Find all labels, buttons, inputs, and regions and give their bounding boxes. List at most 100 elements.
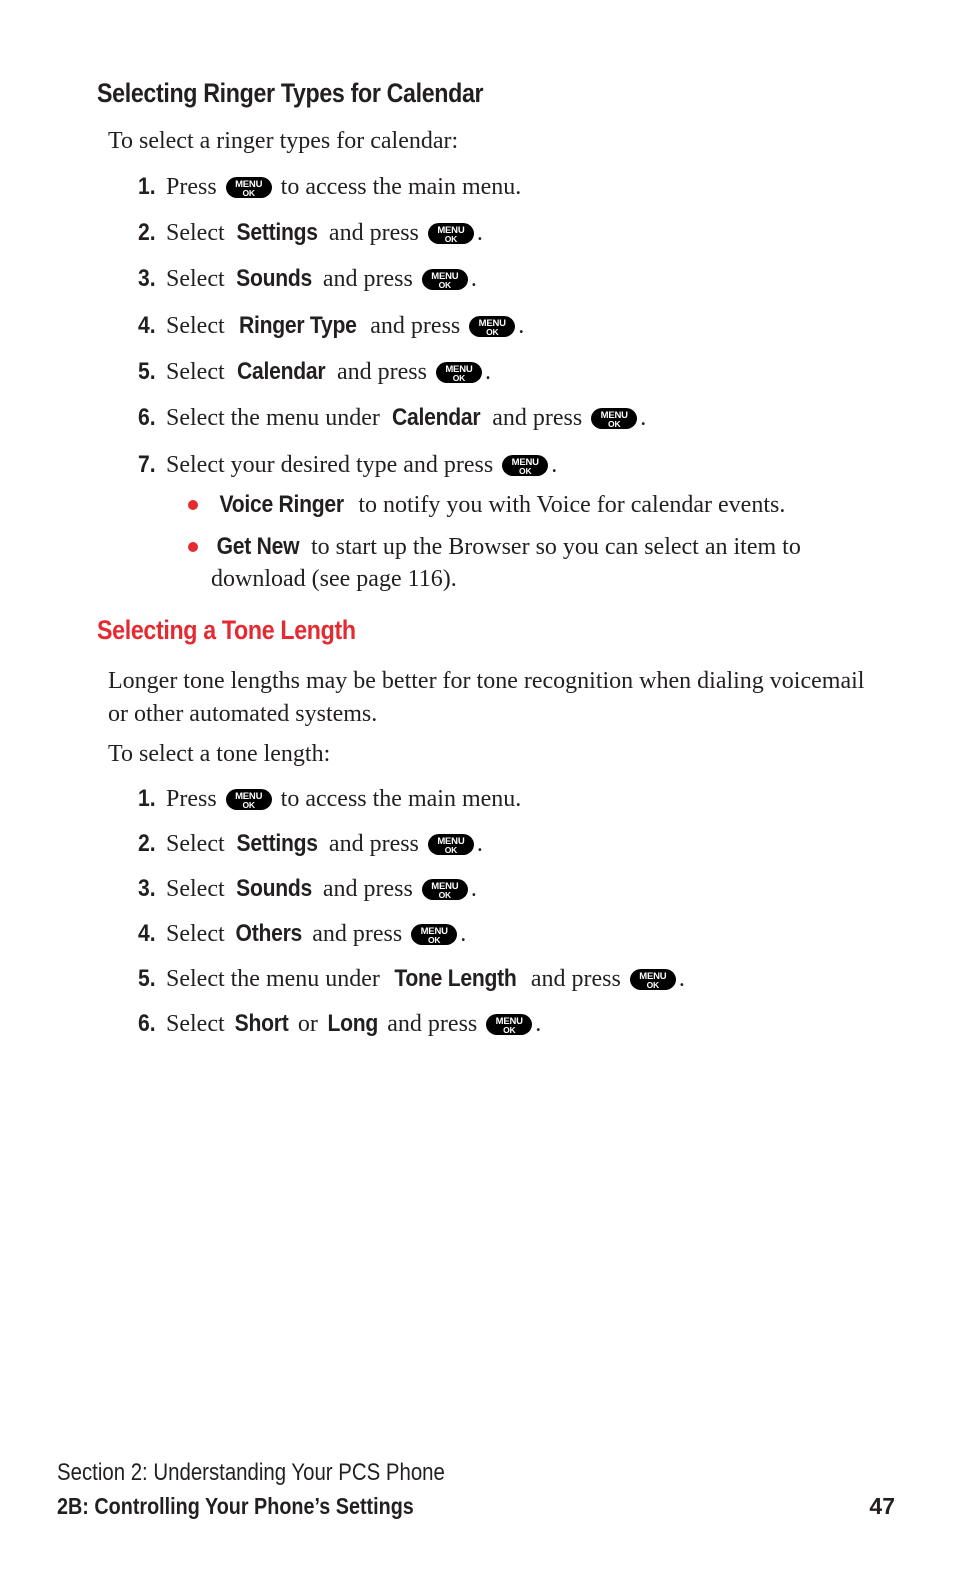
menu-ok-key-line2: OK: [444, 845, 458, 855]
menu-term: Short: [234, 1010, 289, 1037]
menu-ok-key-line2: OK: [519, 466, 532, 476]
list-text-post: .: [518, 313, 525, 339]
list-item: 2. Select Settings and press MENU OK.: [138, 217, 483, 249]
list-item: 2. Select Settings and press MENU OK.: [138, 828, 483, 860]
menu-ok-key-icon: MENU OK: [225, 177, 272, 198]
list-text-post: .: [484, 359, 491, 385]
list-text-post: .: [470, 876, 477, 902]
list-text-mid: and press: [330, 359, 433, 385]
list-number: 5.: [138, 965, 156, 992]
menu-term: Tone Length: [394, 965, 517, 992]
menu-term: Sounds: [235, 875, 312, 902]
list-text-mid: and press: [322, 220, 425, 246]
list-text-mid: or: [291, 1011, 324, 1037]
menu-ok-key-icon: MENU OK: [421, 269, 468, 290]
menu-ok-key-icon: MENU OK: [421, 879, 468, 900]
tone-length-paragraph: Longer tone lengths may be better for to…: [108, 668, 865, 727]
menu-term: Ringer Type: [238, 312, 357, 339]
list-number: 4.: [138, 920, 156, 947]
list-item: 4. Select Ringer Type and press MENU OK.: [138, 310, 524, 342]
menu-ok-key-icon: MENU OK: [629, 969, 676, 990]
list-text-post: to access the main menu.: [274, 786, 522, 812]
list-item: 4. Select Others and press MENU OK.: [138, 918, 466, 950]
list-text-pre: Select: [166, 1011, 231, 1037]
list-number: 6.: [138, 1010, 156, 1037]
menu-ok-key-line2: OK: [242, 800, 255, 810]
menu-ok-key-line2: OK: [486, 327, 499, 337]
menu-ok-key-icon: MENU OK: [486, 1014, 533, 1035]
menu-ok-key-icon: MENU OK: [225, 789, 272, 810]
menu-ok-key-line2: OK: [428, 935, 441, 945]
page-number: 47: [869, 1493, 895, 1519]
list-text-mid: and press: [316, 876, 419, 902]
list-item: 5. Select Calendar and press MENU OK.: [138, 356, 491, 388]
menu-term: Sounds: [235, 265, 312, 292]
list-number: 3.: [138, 875, 156, 902]
list-number: 2.: [138, 219, 156, 246]
list-item: 1. Press MENU OK to access the main menu.: [138, 783, 521, 815]
bullet-rest: to notify you with Voice for calendar ev…: [352, 492, 786, 518]
bullet-rest: to start up the Browser so you can selec…: [211, 534, 801, 592]
section-heading-tone-length: Selecting a Tone Length: [97, 615, 356, 645]
bullet-text: Get New to start up the Browser so you c…: [211, 531, 868, 595]
list-text-post: .: [470, 266, 477, 292]
list-number: 5.: [138, 358, 156, 385]
list-text-post: .: [551, 452, 558, 478]
menu-ok-key-line2: OK: [452, 373, 466, 383]
list-text-pre: Select: [166, 831, 231, 857]
menu-ok-key-icon: MENU OK: [502, 455, 549, 476]
list-item: Voice Ringer to notify you with Voice fo…: [188, 489, 888, 521]
menu-ok-key-icon: MENU OK: [427, 834, 474, 855]
list-number: 6.: [138, 404, 156, 431]
manual-page: Selecting Ringer Types for Calendar To s…: [0, 0, 954, 1590]
list-text-pre: Select the menu under: [166, 405, 386, 431]
list-text-pre: Select: [166, 266, 231, 292]
red-bullet-icon: [188, 542, 198, 552]
intro-paragraph-ringer: To select a ringer types for calendar:: [108, 128, 459, 154]
list-number: 2.: [138, 830, 156, 857]
list-text-post: .: [535, 1011, 542, 1037]
menu-ok-key-icon: MENU OK: [411, 924, 458, 945]
list-text-post: .: [476, 220, 483, 246]
list-text-pre: Press: [166, 174, 223, 200]
list-text-post: .: [678, 966, 685, 992]
menu-term: Calendar: [391, 404, 481, 431]
menu-ok-key-icon: MENU OK: [435, 362, 482, 383]
menu-term: Get New: [216, 533, 300, 560]
list-text-mid: and press: [486, 405, 589, 431]
list-item: 7. Select your desired type and press MEN…: [138, 449, 557, 481]
list-text-pre: Press: [166, 786, 223, 812]
menu-term-alt: Long: [327, 1010, 378, 1037]
list-item: 1. Press MENU OK to access the main menu.: [138, 171, 521, 203]
menu-ok-key-line2: OK: [608, 419, 621, 429]
list-text-mid: and press: [306, 921, 409, 947]
menu-ok-key-line2: OK: [438, 890, 452, 900]
list-text-pre: Select your desired type and press: [166, 452, 500, 478]
list-item: 6. Select the menu under Calendar and pre…: [138, 402, 646, 434]
footer-section-label: Section 2: Understanding Your PCS Phone: [57, 1459, 445, 1486]
section-heading-ringer-types: Selecting Ringer Types for Calendar: [97, 78, 484, 108]
list-text-post: to access the main menu.: [274, 174, 522, 200]
list-text-post: .: [460, 921, 467, 947]
list-number: 7.: [138, 451, 156, 478]
list-text-pre: Select the menu under: [166, 966, 386, 992]
list-item: Get New to start up the Browser so you c…: [188, 531, 868, 595]
list-text-mid2: and press: [381, 1011, 484, 1037]
menu-term: Voice Ringer: [219, 491, 344, 518]
intro-paragraph-tone: To select a tone length:: [108, 741, 331, 767]
menu-ok-key-line2: OK: [438, 280, 452, 290]
list-text-pre: Select: [166, 313, 231, 339]
menu-ok-key-line2: OK: [242, 188, 255, 198]
menu-ok-key-icon: MENU OK: [427, 223, 474, 244]
list-text-post: .: [476, 831, 483, 857]
menu-ok-key-line2: OK: [503, 1025, 516, 1035]
list-number: 3.: [138, 265, 156, 292]
list-text-post: .: [640, 405, 647, 431]
menu-ok-key-icon: MENU OK: [591, 408, 638, 429]
list-text-pre: Select: [166, 220, 231, 246]
list-text-mid: and press: [364, 313, 467, 339]
list-number: 4.: [138, 312, 156, 339]
list-text-mid: and press: [316, 266, 419, 292]
bullet-text: Voice Ringer to notify you with Voice fo…: [211, 489, 888, 521]
list-item: 5. Select the menu under Tone Length and …: [138, 963, 685, 995]
